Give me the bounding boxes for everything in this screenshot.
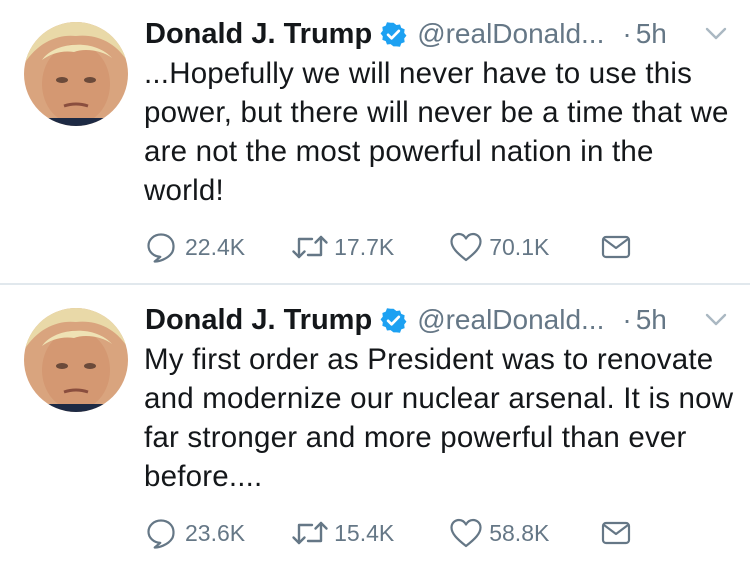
retweet-count: 15.4K	[334, 519, 395, 546]
direct-message-button[interactable]	[601, 234, 631, 260]
like-count: 58.8K	[489, 519, 550, 546]
verified-badge-icon	[380, 307, 407, 333]
reply-button[interactable]: 22.4K	[145, 231, 245, 263]
retweet-button[interactable]: 17.7K	[290, 232, 394, 262]
heart-icon	[450, 232, 482, 262]
retweet-count: 17.7K	[334, 233, 395, 260]
retweet-button[interactable]: 15.4K	[290, 518, 394, 548]
like-button[interactable]: 58.8K	[449, 517, 549, 549]
display-name[interactable]: Donald J. Trump	[145, 304, 372, 337]
timestamp[interactable]: 5h	[636, 304, 667, 336]
avatar[interactable]	[24, 308, 128, 412]
tweet-header: Donald J. Trump @realDonald... · 5h	[145, 14, 667, 54]
reply-icon	[147, 233, 175, 263]
like-button[interactable]: 70.1K	[449, 231, 549, 263]
tweet-header: Donald J. Trump @realDonald... · 5h	[145, 300, 667, 340]
separator-dot: ·	[622, 18, 632, 49]
chevron-down-icon[interactable]	[704, 312, 728, 328]
reply-count: 23.6K	[185, 519, 246, 546]
timestamp[interactable]: 5h	[636, 18, 667, 50]
tweet-text: My first order as President was to renov…	[144, 343, 734, 493]
separator-dot: ·	[622, 304, 632, 335]
reply-icon	[147, 519, 175, 549]
tweet-text: ...Hopefully we will never have to use t…	[144, 57, 729, 207]
username-handle[interactable]: @realDonald...	[417, 18, 604, 50]
retweet-icon	[292, 521, 328, 545]
display-name[interactable]: Donald J. Trump	[145, 18, 372, 51]
reply-count: 22.4K	[185, 233, 246, 260]
reply-button[interactable]: 23.6K	[145, 517, 245, 549]
verified-badge-icon	[380, 21, 407, 47]
tweet-feed: Donald J. Trump @realDonald... · 5h ...H…	[0, 0, 750, 568]
username-handle[interactable]: @realDonald...	[417, 304, 604, 336]
chevron-down-icon[interactable]	[704, 26, 728, 42]
direct-message-button[interactable]	[601, 520, 631, 546]
retweet-icon	[292, 235, 328, 259]
avatar[interactable]	[24, 22, 128, 126]
tweet[interactable]: Donald J. Trump @realDonald... · 5h My f…	[0, 286, 750, 568]
tweet-actions: 22.4K 17.7K 70.1K	[145, 229, 631, 265]
tweet[interactable]: Donald J. Trump @realDonald... · 5h ...H…	[0, 0, 750, 284]
tweet-actions: 23.6K 15.4K 58.8K	[145, 515, 631, 551]
heart-icon	[450, 518, 482, 548]
direct-message-icon	[602, 521, 631, 545]
direct-message-icon	[602, 235, 631, 259]
like-count: 70.1K	[489, 233, 550, 260]
tweet-divider	[0, 283, 750, 285]
